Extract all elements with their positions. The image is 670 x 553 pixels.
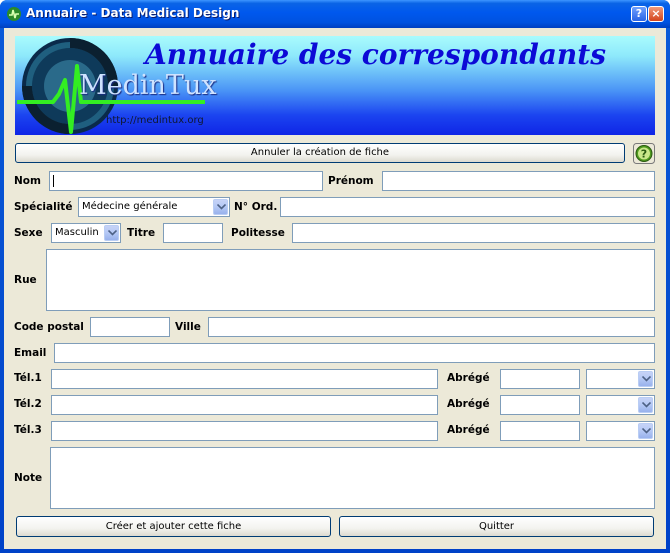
help-title-button[interactable]: ? [631,6,647,22]
note-textarea[interactable] [50,447,655,509]
code-postal-input[interactable] [90,317,170,337]
tel2-label: Tél.2 [14,398,42,410]
titre-input[interactable] [163,223,223,243]
code-postal-label: Code postal [14,321,84,333]
header-banner: Annuaire des correspondants MedinTux htt… [15,36,655,135]
note-label: Note [14,472,43,484]
title-bar[interactable]: Annuaire - Data Medical Design ? × [0,0,670,28]
politesse-label: Politesse [231,227,285,239]
n-ord-label: N° Ord. [234,201,278,213]
close-button[interactable]: × [648,6,664,22]
app-icon [7,7,21,21]
tel1-label: Tél.1 [14,372,42,384]
chevron-down-icon[interactable] [638,423,653,439]
sexe-label: Sexe [14,227,43,239]
abrege3-label: Abrégé [447,424,490,436]
nom-input[interactable] [49,171,323,191]
text-cursor [53,175,54,187]
rue-label: Rue [14,274,37,286]
n-ord-input[interactable] [280,197,655,217]
abrege3-select[interactable] [586,421,655,441]
chevron-down-icon[interactable] [638,371,653,387]
specialite-value: Médecine générale [82,201,178,212]
titre-label: Titre [127,227,156,239]
sexe-select[interactable]: Masculin [51,223,121,243]
specialite-select[interactable]: Médecine générale [78,197,230,217]
create-and-add-button[interactable]: Créer et ajouter cette fiche [16,516,331,537]
abrege2-label: Abrégé [447,398,490,410]
cancel-creation-button[interactable]: Annuler la création de fiche [15,143,625,163]
ville-input[interactable] [208,317,655,337]
website-url: http://medintux.org [106,115,204,126]
ville-label: Ville [175,321,201,333]
window-title: Annuaire - Data Medical Design [26,6,240,20]
chevron-down-icon[interactable] [638,397,653,413]
svg-text:?: ? [641,148,647,161]
politesse-input[interactable] [292,223,655,243]
sexe-value: Masculin [55,227,99,238]
abrege2-input[interactable] [500,395,580,415]
specialite-label: Spécialité [14,201,73,213]
quit-button[interactable]: Quitter [339,516,654,537]
chevron-down-icon[interactable] [213,199,228,215]
tel3-input[interactable] [51,421,438,441]
banner-title: Annuaire des correspondants [145,38,606,71]
abrege3-input[interactable] [500,421,580,441]
tel1-input[interactable] [51,369,438,389]
tel3-label: Tél.3 [14,424,42,436]
email-input[interactable] [54,343,655,363]
abrege1-select[interactable] [586,369,655,389]
prenom-label: Prénom [328,175,374,187]
email-label: Email [14,347,47,359]
help-icon[interactable]: ? [633,143,655,164]
chevron-down-icon[interactable] [104,225,119,241]
application-window: Annuaire - Data Medical Design ? × Annua… [0,0,670,553]
abrege1-input[interactable] [500,369,580,389]
logo-text: MedinTux [79,70,217,101]
abrege2-select[interactable] [586,395,655,415]
prenom-input[interactable] [382,171,655,191]
abrege1-label: Abrégé [447,372,490,384]
tel2-input[interactable] [51,395,438,415]
form-panel: Annuaire des correspondants MedinTux htt… [4,28,666,549]
nom-label: Nom [14,175,41,187]
rue-textarea[interactable] [46,249,655,311]
